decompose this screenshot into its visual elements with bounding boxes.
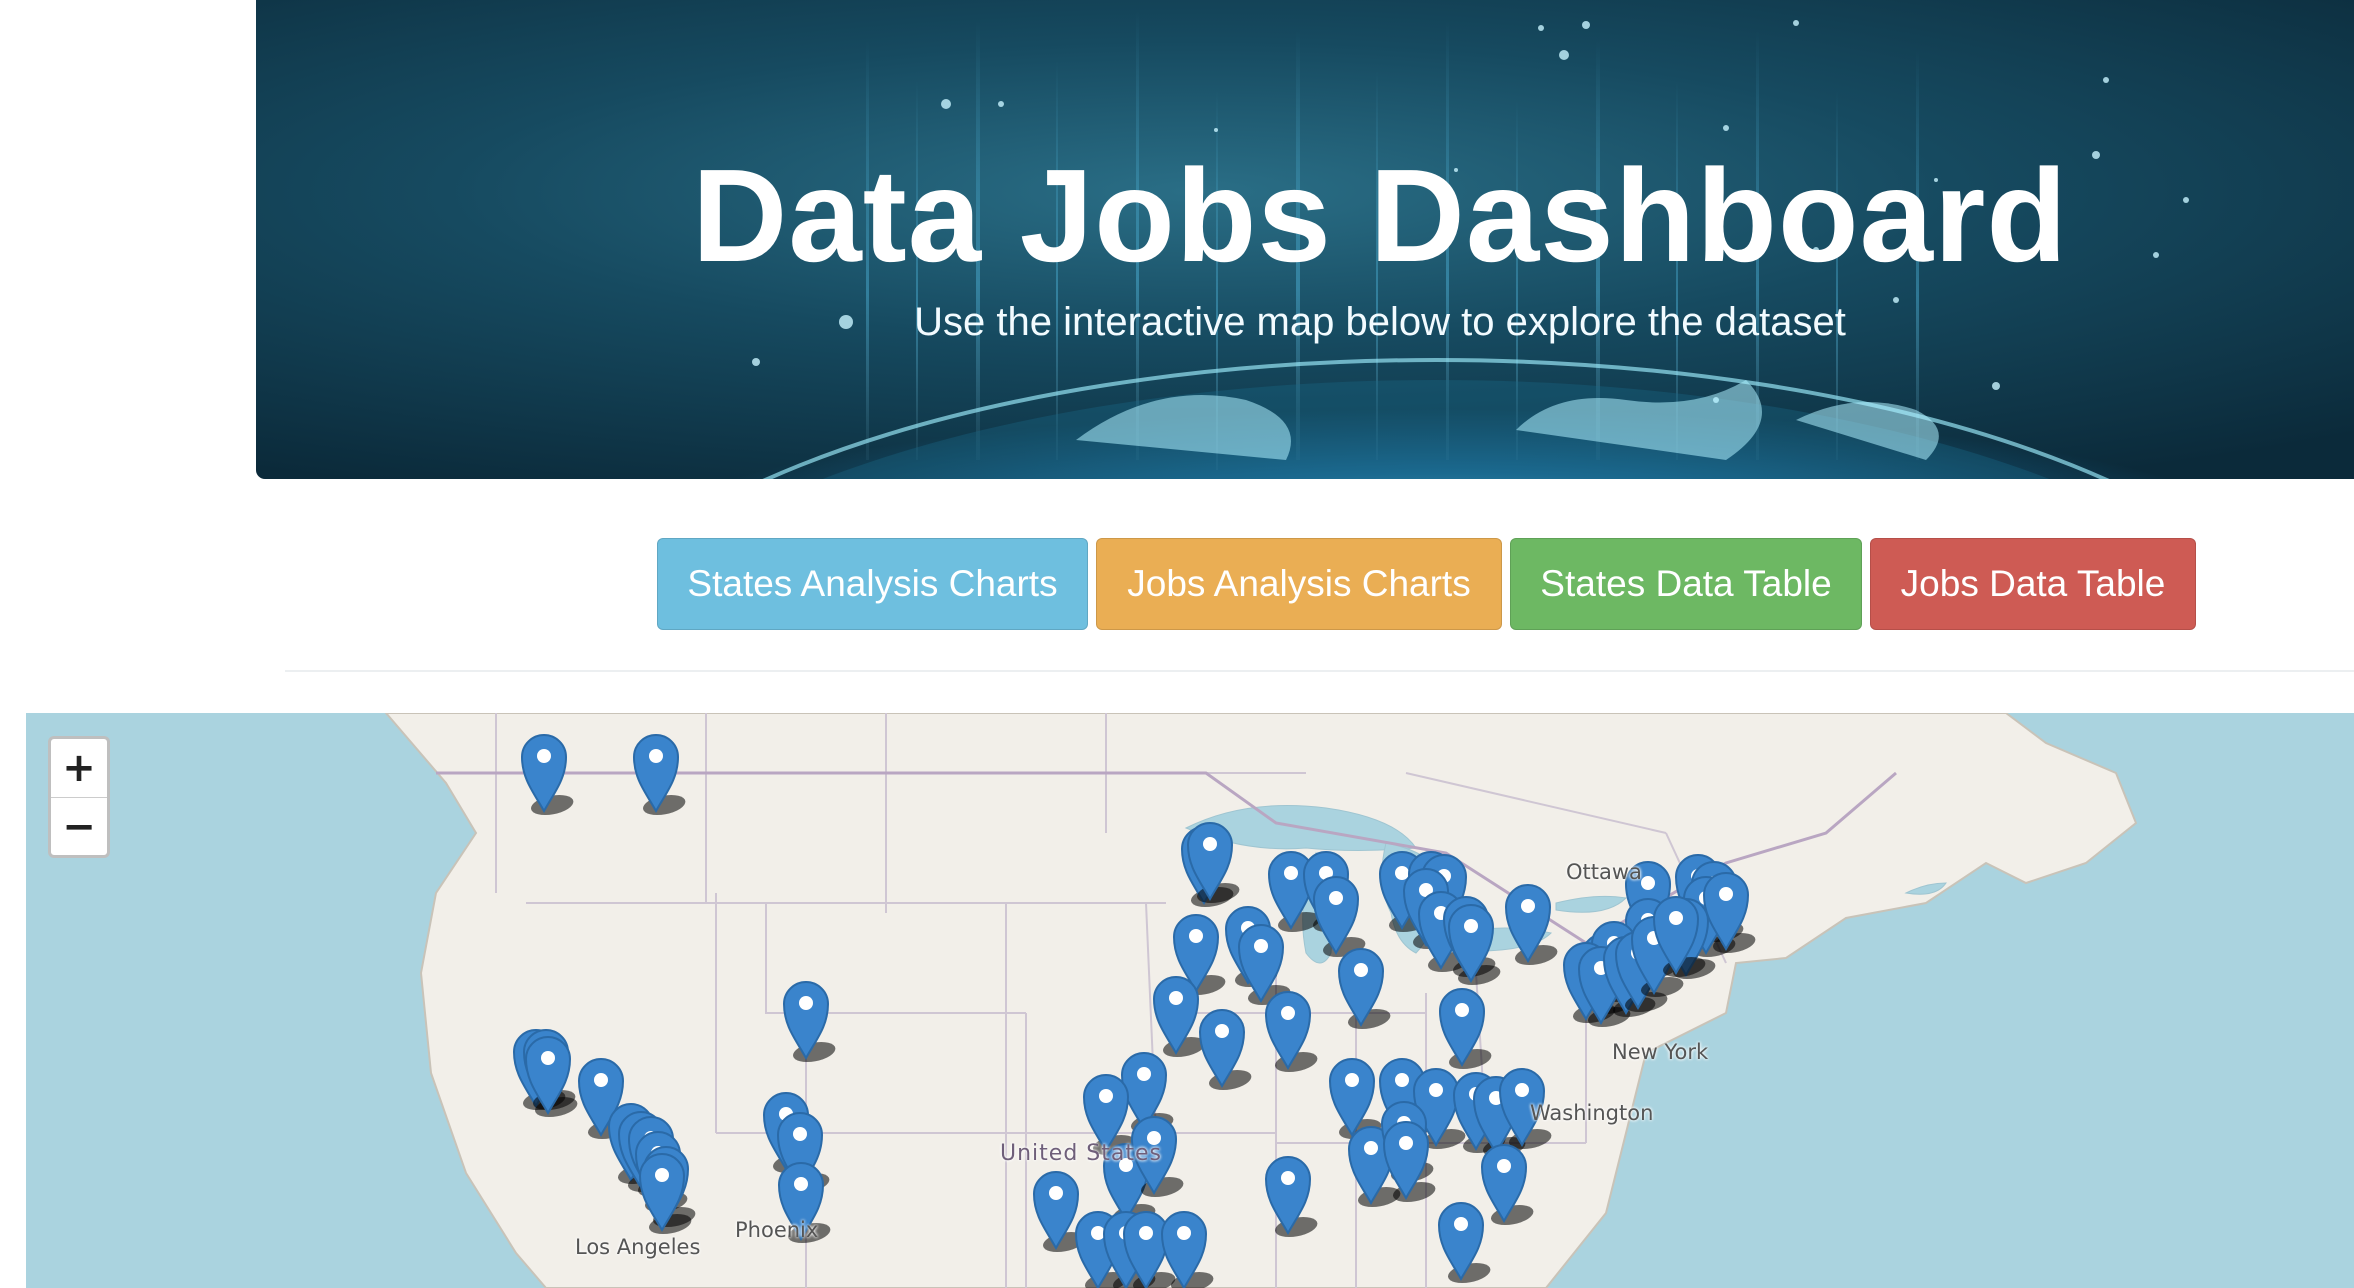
- map-label-new-york: New York: [1612, 1040, 1709, 1064]
- map-label-united-states: United States: [1000, 1141, 1162, 1166]
- map-pin-icon[interactable]: [782, 981, 841, 1062]
- map-label-los-angeles: Los Angeles: [575, 1235, 701, 1259]
- map-pin-icon[interactable]: [1198, 1009, 1257, 1090]
- map-label-phoenix: Phoenix: [735, 1218, 819, 1242]
- map-pin-icon[interactable]: [632, 734, 691, 815]
- zoom-control: + −: [48, 736, 110, 858]
- map-pin-icon[interactable]: [1312, 876, 1371, 957]
- map-pin-icon[interactable]: [1504, 884, 1563, 965]
- states-data-table-button[interactable]: States Data Table: [1510, 538, 1862, 630]
- nav-button-row: States Analysis Charts Jobs Analysis Cha…: [657, 538, 2196, 630]
- map-pin-icon[interactable]: [1437, 1202, 1496, 1283]
- states-analysis-charts-button[interactable]: States Analysis Charts: [657, 538, 1088, 630]
- zoom-in-button[interactable]: +: [51, 739, 107, 798]
- map-pin-icon[interactable]: [1264, 1156, 1323, 1237]
- map-pin-icon[interactable]: [1337, 948, 1396, 1029]
- zoom-out-button[interactable]: −: [51, 798, 107, 855]
- interactive-map[interactable]: [26, 713, 2354, 1288]
- jobs-analysis-charts-button[interactable]: Jobs Analysis Charts: [1096, 538, 1502, 630]
- map-pin-icon[interactable]: [1438, 988, 1497, 1069]
- jobs-data-table-button[interactable]: Jobs Data Table: [1870, 538, 2196, 630]
- map-label-ottawa: Ottawa: [1566, 860, 1642, 884]
- header-banner: Data Jobs Dashboard Use the interactive …: [256, 0, 2354, 479]
- map-label-washington: Washington: [1530, 1101, 1654, 1125]
- map-pin-icon[interactable]: [1328, 1058, 1387, 1139]
- marker-layer[interactable]: [26, 713, 2354, 1288]
- map-pin-icon[interactable]: [1480, 1144, 1539, 1225]
- divider: [285, 670, 2354, 672]
- map-pin-icon[interactable]: [520, 734, 579, 815]
- map-pin-icon[interactable]: [1264, 991, 1323, 1072]
- page-subtitle: Use the interactive map below to explore…: [914, 300, 1846, 344]
- page-title: Data Jobs Dashboard: [692, 142, 2068, 289]
